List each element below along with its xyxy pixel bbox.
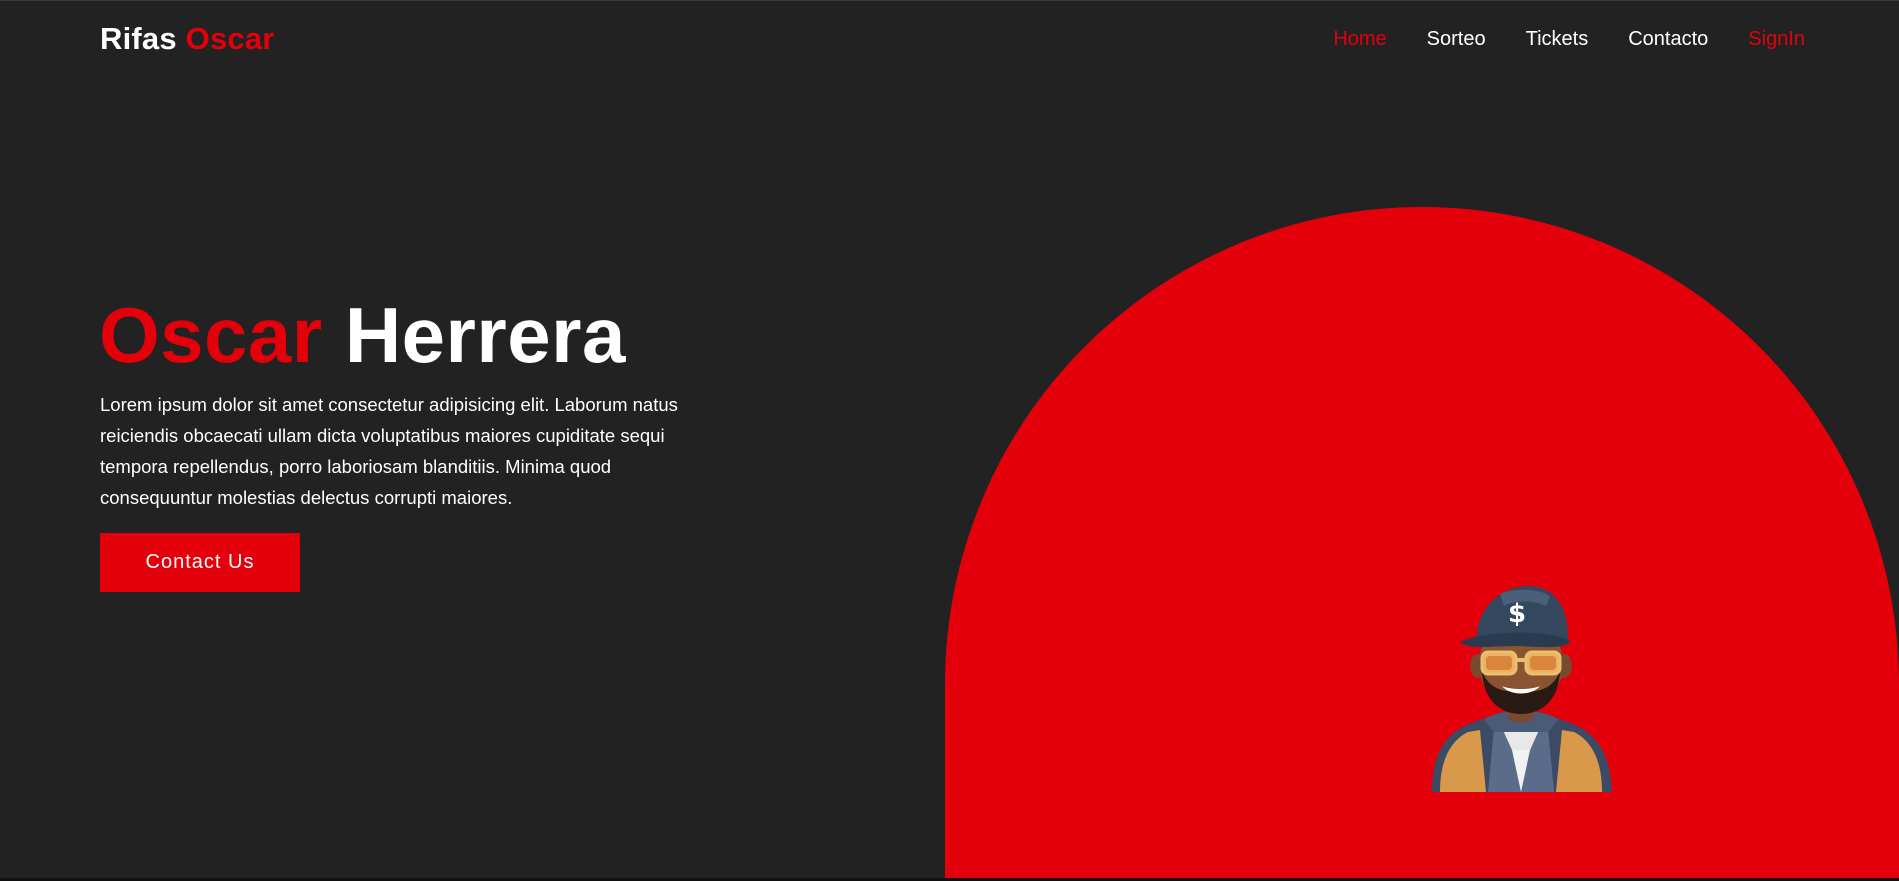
brand-accent-text: Oscar: [185, 21, 275, 56]
svg-text:$: $: [1508, 599, 1526, 629]
avatar-illustration-icon: $: [1432, 586, 1612, 792]
hero-red-arch: [945, 207, 1899, 881]
top-border: [0, 0, 1899, 1]
brand-main-text: Rifas: [100, 21, 177, 56]
nav-sorteo-link[interactable]: Sorteo: [1427, 26, 1486, 52]
nav-tickets-link[interactable]: Tickets: [1526, 26, 1589, 52]
nav-home-link[interactable]: Home: [1333, 26, 1386, 52]
main-nav: Home Sorteo Tickets Contacto SignIn: [1333, 26, 1805, 52]
hero-title-main: Herrera: [344, 291, 626, 379]
landing-page: Rifas Oscar Home Sorteo Tickets Contacto…: [0, 0, 1899, 881]
nav-signin-link[interactable]: SignIn: [1748, 26, 1805, 52]
hero-title-accent: Oscar: [99, 291, 323, 379]
brand-logo[interactable]: Rifas Oscar: [100, 20, 275, 58]
nav-contacto-link[interactable]: Contacto: [1628, 26, 1708, 52]
hero-description: Lorem ipsum dolor sit amet consectetur a…: [100, 394, 678, 508]
hero-title: Oscar Herrera: [99, 290, 626, 380]
contact-us-button[interactable]: Contact Us: [100, 533, 300, 592]
